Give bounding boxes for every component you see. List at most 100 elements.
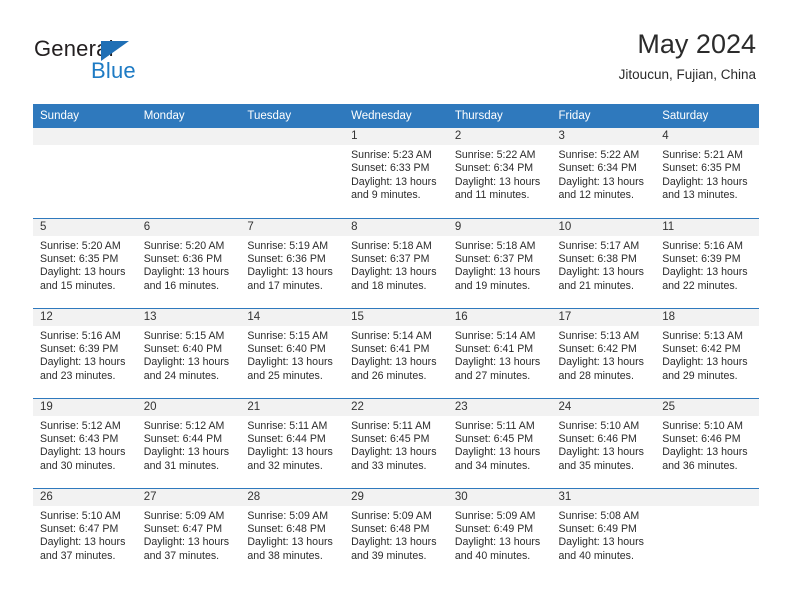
day-number: 15 — [344, 308, 448, 326]
calendar-day-cell[interactable]: 15 Sunrise: 5:14 AM Sunset: 6:41 PM Dayligh… — [344, 307, 448, 398]
day-cell-details: Sunrise: 5:21 AM Sunset: 6:35 PM Daylight:… — [655, 145, 759, 203]
day-number: 23 — [447, 398, 552, 416]
calendar-empty-cell — [655, 487, 759, 579]
calendar-day-cell[interactable]: 13 Sunrise: 5:15 AM Sunset: 6:40 PM Dayligh… — [136, 307, 241, 398]
day-number: 24 — [551, 398, 656, 416]
calendar-day-cell[interactable]: 9 Sunrise: 5:18 AM Sunset: 6:37 PM Daylight… — [447, 217, 552, 308]
calendar-day-cell[interactable]: 25 Sunrise: 5:10 AM Sunset: 6:46 PM Dayligh… — [655, 397, 759, 488]
day-cell-inner: 18 Sunrise: 5:13 AM Sunset: 6:42 PM Dayligh… — [655, 308, 759, 398]
day-cell-details: Sunrise: 5:20 AM Sunset: 6:35 PM Daylight:… — [33, 236, 137, 294]
calendar-day-cell[interactable]: 10 Sunrise: 5:17 AM Sunset: 6:38 PM Dayligh… — [551, 217, 656, 308]
calendar-day-cell[interactable]: 23 Sunrise: 5:11 AM Sunset: 6:45 PM Dayligh… — [447, 397, 552, 488]
day-cell-details: Sunrise: 5:10 AM Sunset: 6:47 PM Daylight:… — [33, 506, 137, 564]
calendar-day-cell[interactable]: 29 Sunrise: 5:09 AM Sunset: 6:48 PM Dayligh… — [344, 487, 448, 578]
sunrise-text: Sunrise: 5:09 AM — [247, 509, 329, 522]
sunrise-text: Sunrise: 5:09 AM — [143, 509, 225, 522]
calendar-day-cell[interactable]: 18 Sunrise: 5:13 AM Sunset: 6:42 PM Dayligh… — [655, 307, 759, 398]
calendar-day-cell[interactable]: 17 Sunrise: 5:13 AM Sunset: 6:42 PM Dayligh… — [551, 307, 656, 398]
day-cell-inner — [33, 128, 137, 218]
day-number: 29 — [344, 488, 448, 506]
logo-text-blue: Blue — [91, 58, 136, 83]
calendar-day-cell[interactable]: 1 Sunrise: 5:23 AM Sunset: 6:33 PM Daylight… — [344, 128, 448, 218]
sunset-text: Sunset: 6:33 PM — [351, 162, 430, 175]
sunrise-text: Sunrise: 5:10 AM — [662, 419, 743, 432]
calendar-header-row-group: Sunday Monday Tuesday Wednesday Thursday… — [33, 104, 759, 128]
day-number: 22 — [344, 398, 448, 416]
day-number: 12 — [33, 308, 137, 326]
day-number — [136, 128, 241, 145]
sunset-text: Sunset: 6:35 PM — [662, 162, 741, 175]
calendar-day-cell[interactable]: 8 Sunrise: 5:18 AM Sunset: 6:37 PM Daylight… — [344, 217, 448, 308]
sunrise-text: Sunrise: 5:22 AM — [558, 149, 640, 161]
day-number: 13 — [136, 308, 241, 326]
calendar-day-cell[interactable]: 27 Sunrise: 5:09 AM Sunset: 6:47 PM Dayligh… — [136, 487, 241, 578]
daylight-text: Daylight: 13 hours and 11 minutes. — [454, 175, 541, 202]
calendar-day-cell[interactable]: 21 Sunrise: 5:11 AM Sunset: 6:44 PM Dayligh… — [240, 397, 345, 488]
day-cell-details: Sunrise: 5:22 AM Sunset: 6:34 PM Daylight:… — [552, 145, 656, 203]
day-cell-inner — [655, 488, 759, 579]
page-title: May 2024 — [637, 29, 756, 59]
sunrise-text: Sunrise: 5:18 AM — [454, 239, 536, 252]
sunset-text: Sunset: 6:37 PM — [351, 252, 430, 265]
day-cell-details: Sunrise: 5:15 AM Sunset: 6:40 PM Daylight:… — [240, 326, 344, 384]
day-cell-inner: 16 Sunrise: 5:14 AM Sunset: 6:41 PM Dayligh… — [447, 308, 552, 398]
sunset-text: Sunset: 6:49 PM — [558, 522, 637, 535]
calendar-day-cell[interactable]: 31 Sunrise: 5:08 AM Sunset: 6:49 PM Dayligh… — [551, 487, 656, 578]
calendar-day-cell[interactable]: 14 Sunrise: 5:15 AM Sunset: 6:40 PM Dayligh… — [240, 307, 345, 398]
day-number: 9 — [447, 218, 552, 236]
sunset-text: Sunset: 6:35 PM — [40, 252, 119, 265]
calendar-day-cell[interactable]: 11 Sunrise: 5:16 AM Sunset: 6:39 PM Dayligh… — [655, 217, 759, 308]
day-cell-details: Sunrise: 5:20 AM Sunset: 6:36 PM Daylight:… — [137, 236, 241, 294]
daylight-text: Daylight: 13 hours and 40 minutes. — [558, 536, 644, 562]
sunrise-text: Sunrise: 5:20 AM — [40, 239, 121, 252]
calendar-day-cell[interactable]: 22 Sunrise: 5:11 AM Sunset: 6:45 PM Dayligh… — [344, 397, 448, 488]
day-cell-details: Sunrise: 5:22 AM Sunset: 6:34 PM Daylight:… — [448, 145, 552, 203]
weekday-header-monday: Monday — [136, 104, 241, 128]
day-cell-details: Sunrise: 5:12 AM Sunset: 6:43 PM Daylight:… — [33, 416, 137, 474]
calendar-day-cell[interactable]: 7 Sunrise: 5:19 AM Sunset: 6:36 PM Daylight… — [240, 217, 345, 308]
daylight-text: Daylight: 13 hours and 31 minutes. — [143, 446, 230, 472]
page-subtitle: Jitoucun, Fujian, China — [618, 67, 756, 82]
calendar-day-cell[interactable]: 16 Sunrise: 5:14 AM Sunset: 6:41 PM Dayligh… — [447, 307, 552, 398]
day-number: 20 — [136, 398, 241, 416]
sunset-text: Sunset: 6:48 PM — [351, 522, 430, 535]
day-cell-inner: 2 Sunrise: 5:22 AM Sunset: 6:34 PM Daylight… — [447, 128, 552, 218]
daylight-text: Daylight: 13 hours and 33 minutes. — [351, 446, 437, 472]
calendar-day-cell[interactable]: 12 Sunrise: 5:16 AM Sunset: 6:39 PM Dayligh… — [33, 307, 137, 398]
day-cell-details: Sunrise: 5:11 AM Sunset: 6:45 PM Daylight:… — [344, 416, 448, 474]
sunrise-text: Sunrise: 5:10 AM — [558, 419, 640, 432]
calendar-day-cell[interactable]: 26 Sunrise: 5:10 AM Sunset: 6:47 PM Dayligh… — [33, 487, 137, 578]
day-number: 2 — [447, 128, 552, 145]
day-cell-inner: 6 Sunrise: 5:20 AM Sunset: 6:36 PM Daylight… — [136, 218, 241, 308]
day-cell-inner: 28 Sunrise: 5:09 AM Sunset: 6:48 PM Dayligh… — [240, 488, 345, 579]
calendar-day-cell[interactable]: 2 Sunrise: 5:22 AM Sunset: 6:34 PM Daylight… — [447, 128, 552, 218]
calendar-day-cell[interactable]: 3 Sunrise: 5:22 AM Sunset: 6:34 PM Daylight… — [551, 128, 656, 218]
calendar-day-cell[interactable]: 5 Sunrise: 5:20 AM Sunset: 6:35 PM Daylight… — [33, 217, 137, 308]
general-blue-logo[interactable]: General Blue — [34, 36, 214, 88]
day-cell-inner: 5 Sunrise: 5:20 AM Sunset: 6:35 PM Daylight… — [33, 218, 137, 308]
day-number: 30 — [447, 488, 552, 506]
calendar-empty-cell — [136, 128, 241, 218]
sunset-text: Sunset: 6:40 PM — [247, 342, 326, 355]
calendar-week-row: 12 Sunrise: 5:16 AM Sunset: 6:39 PM Dayligh… — [33, 307, 759, 398]
daylight-text: Daylight: 13 hours and 37 minutes. — [143, 536, 230, 562]
day-number: 8 — [344, 218, 448, 236]
sunrise-text: Sunrise: 5:11 AM — [454, 419, 535, 432]
calendar-day-cell[interactable]: 20 Sunrise: 5:12 AM Sunset: 6:44 PM Dayligh… — [136, 397, 241, 488]
calendar-day-cell[interactable]: 6 Sunrise: 5:20 AM Sunset: 6:36 PM Daylight… — [136, 217, 241, 308]
calendar-week-row: 5 Sunrise: 5:20 AM Sunset: 6:35 PM Daylight… — [33, 217, 759, 308]
daylight-text: Daylight: 13 hours and 23 minutes. — [40, 356, 126, 382]
day-cell-inner: 1 Sunrise: 5:23 AM Sunset: 6:33 PM Daylight… — [344, 128, 448, 218]
day-cell-details: Sunrise: 5:10 AM Sunset: 6:46 PM Daylight:… — [552, 416, 656, 474]
daylight-text: Daylight: 13 hours and 18 minutes. — [351, 266, 437, 292]
calendar-day-cell[interactable]: 30 Sunrise: 5:09 AM Sunset: 6:49 PM Dayligh… — [447, 487, 552, 578]
day-cell-details: Sunrise: 5:16 AM Sunset: 6:39 PM Daylight:… — [33, 326, 137, 384]
sunset-text: Sunset: 6:45 PM — [454, 432, 534, 445]
sunset-text: Sunset: 6:41 PM — [454, 342, 534, 355]
calendar-day-cell[interactable]: 24 Sunrise: 5:10 AM Sunset: 6:46 PM Dayligh… — [551, 397, 656, 488]
calendar-day-cell[interactable]: 19 Sunrise: 5:12 AM Sunset: 6:43 PM Dayligh… — [33, 397, 137, 488]
sunrise-text: Sunrise: 5:09 AM — [454, 509, 536, 522]
calendar-day-cell[interactable]: 28 Sunrise: 5:09 AM Sunset: 6:48 PM Dayligh… — [240, 487, 345, 579]
day-cell-details: Sunrise: 5:12 AM Sunset: 6:44 PM Daylight:… — [137, 416, 241, 474]
calendar-day-cell[interactable]: 4 Sunrise: 5:21 AM Sunset: 6:35 PM Daylight… — [655, 128, 759, 218]
